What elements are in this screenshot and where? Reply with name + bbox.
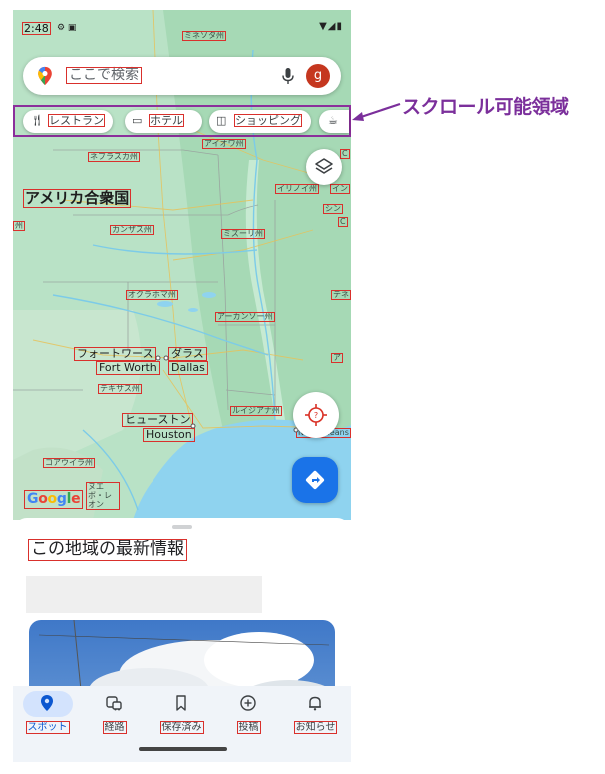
coffee-cup-icon: ☕︎ — [328, 114, 338, 127]
chip-coffee[interactable]: ☕︎ — [319, 110, 349, 133]
chip-hotels[interactable]: ▭ ホテル — [125, 110, 202, 133]
nav-label-contribute: 投稿 — [236, 721, 261, 734]
commute-icon — [106, 696, 122, 711]
bell-icon — [309, 696, 321, 711]
chip-label-hotels: ホテル — [149, 114, 184, 127]
status-bar: 2:48 ⚙ ▣ ▼◢▮ — [13, 10, 351, 38]
nav-saved[interactable]: 保存済み — [148, 686, 215, 746]
nav-updates[interactable]: お知らせ — [282, 686, 349, 746]
nav-commute[interactable]: 経路 — [81, 686, 148, 746]
google-logo: Google — [23, 490, 84, 509]
phone-screen: ミネソタ州 アイオワ州 ネブラスカ州 イリノイ州 イン C シン C 州 カンザ… — [13, 10, 351, 762]
my-location-button[interactable]: ? — [293, 392, 339, 438]
nav-explore[interactable]: スポット — [14, 686, 81, 746]
svg-text:?: ? — [314, 411, 318, 420]
shopping-bag-icon: ◫ — [216, 114, 227, 127]
search-bar[interactable]: ここで検索 g — [23, 57, 341, 95]
microphone-icon[interactable] — [281, 67, 295, 85]
nav-label-commute: 経路 — [102, 721, 127, 734]
chip-restaurants[interactable]: 🍴︎ レストラン — [23, 110, 113, 133]
home-indicator[interactable] — [139, 747, 227, 751]
layers-button[interactable] — [306, 149, 342, 185]
bed-icon: ▭ — [132, 114, 143, 127]
chip-label-restaurants: レストラン — [48, 114, 105, 127]
directions-icon — [305, 470, 325, 490]
fork-knife-icon: 🍴︎ — [30, 114, 44, 127]
chip-shopping[interactable]: ◫ ショッピング — [209, 110, 311, 133]
layers-icon — [315, 158, 333, 174]
chip-label-shopping: ショッピング — [234, 114, 302, 127]
sheet-title: この地域の最新情報 — [28, 539, 187, 561]
google-maps-pin-icon — [38, 66, 52, 86]
search-input[interactable]: ここで検索 — [66, 66, 142, 85]
nav-label-explore: スポット — [25, 721, 70, 734]
nav-contribute[interactable]: 投稿 — [215, 686, 282, 746]
status-notification-icons: ⚙ ▣ — [57, 23, 77, 33]
loading-placeholder — [26, 576, 262, 613]
sheet-drag-handle[interactable] — [172, 525, 192, 529]
location-pin-icon — [41, 695, 53, 711]
map-view[interactable]: ミネソタ州 アイオワ州 ネブラスカ州 イリノイ州 イン C シン C 州 カンザ… — [13, 10, 351, 520]
status-time: 2:48 — [22, 22, 51, 35]
add-circle-icon — [240, 695, 256, 711]
scrollable-area-callout: スクロール可能領域 — [402, 96, 569, 118]
nav-label-saved: 保存済み — [159, 721, 204, 734]
bookmark-icon — [176, 695, 186, 711]
callout-arrow-icon — [352, 102, 401, 121]
nav-label-updates: お知らせ — [293, 721, 338, 734]
location-unknown-icon: ? — [305, 404, 327, 426]
category-chips-scroll-area[interactable]: 🍴︎ レストラン ▭ ホテル ◫ ショッピング ☕︎ — [13, 105, 351, 137]
account-avatar[interactable]: g — [306, 64, 330, 88]
status-system-icons: ▼◢▮ — [319, 21, 343, 32]
directions-button[interactable] — [292, 457, 338, 503]
